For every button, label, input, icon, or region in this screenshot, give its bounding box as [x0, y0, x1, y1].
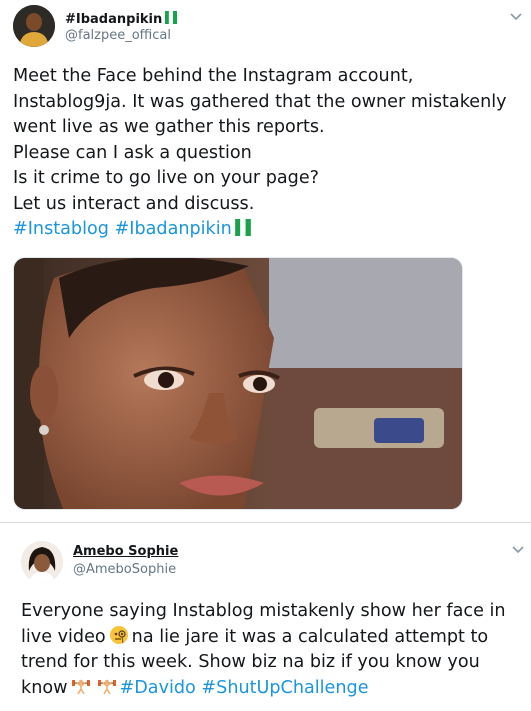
tweet-text-line: Please can I ask a question	[13, 142, 252, 163]
handle[interactable]: @falzpee_offical	[65, 28, 171, 43]
hashtag-davido[interactable]: #Davido	[120, 678, 196, 698]
hashtag-instablog[interactable]: #Instablog	[13, 219, 109, 239]
tweet-text-line: Meet the Face behind the Instagram accou…	[13, 66, 414, 86]
nigeria-flag-icon	[234, 219, 251, 236]
tweet-text-line: live video na lie jare it was a calculate…	[21, 625, 489, 647]
face-photo-image	[14, 258, 462, 509]
hashtag-line: #Instablog #Ibadanpikin	[13, 217, 507, 243]
display-name[interactable]: Amebo Sophie	[73, 544, 178, 559]
tweet-text-line: Let us interact and discuss.	[13, 193, 255, 214]
person-lifting-weights-icon	[97, 679, 116, 694]
nigeria-flag-icon	[165, 11, 178, 24]
tweet-main: #Ibadanpikin @falzpee_offical Meet the F…	[0, 0, 531, 523]
display-name[interactable]: #Ibadanpikin	[65, 11, 178, 27]
chevron-down-icon[interactable]	[510, 12, 522, 22]
face-with-monocle-icon	[109, 625, 128, 644]
tweet-text-line: went live as we gather this reports.	[13, 117, 325, 137]
chevron-down-icon[interactable]	[512, 545, 524, 555]
tweet-quoted-reply: Amebo Sophie @AmeboSophie Everyone sayin…	[0, 523, 531, 711]
hashtag-line: know #Davido #ShutUpChallenge	[21, 677, 369, 698]
tweet-text: Meet the Face behind the Instagram accou…	[13, 64, 507, 243]
hashtag-shutupchallenge[interactable]: #ShutUpChallenge	[201, 678, 368, 698]
avatar[interactable]	[13, 5, 55, 47]
handle[interactable]: @AmeboSophie	[73, 562, 176, 577]
tweet-text-line: trend for this week. Show biz na biz if …	[21, 652, 480, 672]
person-lifting-weights-icon	[71, 679, 90, 694]
tweet-text-line: Everyone saying Instablog mistakenly sho…	[21, 601, 506, 621]
tweet-photo[interactable]	[13, 257, 463, 510]
tweet-text: Everyone saying Instablog mistakenly sho…	[21, 599, 506, 701]
tweet-text-line: Instablog9ja. It was gathered that the o…	[13, 91, 507, 112]
tweet-text-line: Is it crime to go live on your page?	[13, 168, 320, 188]
avatar[interactable]	[21, 541, 63, 583]
hashtag-ibadanpikin[interactable]: #Ibadanpikin	[115, 219, 232, 239]
